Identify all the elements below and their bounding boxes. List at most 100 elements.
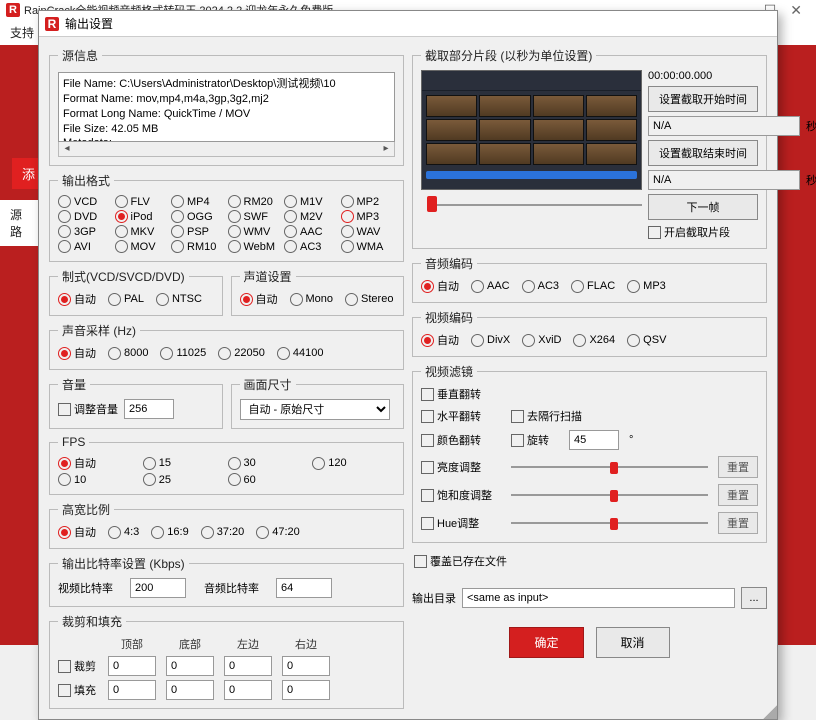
radio-fmt-swf[interactable]: SWF [228,210,283,223]
radio-venc-qsv[interactable]: QSV [627,332,666,348]
source-info-scrollbar[interactable]: ◂ ▸ [58,142,395,157]
radio-fmt-mp4[interactable]: MP4 [171,195,226,208]
overwrite-checkbox[interactable]: 覆盖已存在文件 [414,553,765,569]
volume-value-input[interactable] [124,399,174,419]
start-time-input[interactable] [648,116,800,136]
audio-bitrate-input[interactable] [276,578,332,598]
radio-std-ntsc[interactable]: NTSC [156,291,202,307]
set-end-button[interactable]: 设置截取结束时间 [648,140,758,166]
seek-slider[interactable] [421,194,642,216]
radio-venc-x264[interactable]: X264 [573,332,615,348]
hue-checkbox[interactable]: Hue调整 [421,515,501,531]
hue-slider[interactable] [511,516,708,530]
radio-fmt-wmv[interactable]: WMV [228,225,283,238]
radio-fmt-aac[interactable]: AAC [284,225,339,238]
radio-venc-自动[interactable]: 自动 [421,332,459,348]
radio-fmt-m2v[interactable]: M2V [284,210,339,223]
source-info-text[interactable]: File Name: C:\Users\Administrator\Deskto… [58,72,395,142]
pad-right-input[interactable] [282,680,330,700]
radio-fmt-wma[interactable]: WMA [341,240,396,253]
preview-pane[interactable] [421,70,642,190]
crop-right-input[interactable] [282,656,330,676]
hue-reset-button[interactable]: 重置 [718,512,758,534]
pad-bottom-input[interactable] [166,680,214,700]
radio-fmt-flv[interactable]: FLV [115,195,170,208]
radio-fmt-avi[interactable]: AVI [58,240,113,253]
pad-checkbox[interactable]: 填充 [58,682,98,698]
adjust-volume-checkbox[interactable]: 调整音量 [58,401,118,417]
radio-fps-25[interactable]: 25 [143,473,226,486]
pad-top-input[interactable] [108,680,156,700]
radio-ar-自动[interactable]: 自动 [58,524,96,540]
radio-fmt-3gp[interactable]: 3GP [58,225,113,238]
radio-fps-10[interactable]: 10 [58,473,141,486]
next-frame-button[interactable]: 下一帧 [648,194,758,220]
rotate-value-input[interactable] [569,430,619,450]
scroll-right-icon[interactable]: ▸ [378,142,394,156]
radio-fps-120[interactable]: 120 [312,455,395,471]
radio-fps-自动[interactable]: 自动 [58,455,141,471]
radio-ch-mono[interactable]: Mono [290,291,334,307]
close-icon[interactable]: ✕ [790,2,802,19]
radio-ar-37:20[interactable]: 37:20 [201,524,245,540]
radio-fmt-rm20[interactable]: RM20 [228,195,283,208]
crop-left-input[interactable] [224,656,272,676]
radio-fmt-psp[interactable]: PSP [171,225,226,238]
radio-ar-47:20[interactable]: 47:20 [256,524,300,540]
radio-sr-8000[interactable]: 8000 [108,345,148,361]
rotate-checkbox[interactable]: 旋转 [511,432,559,448]
crop-checkbox[interactable]: 裁剪 [58,658,98,674]
radio-fmt-ipod[interactable]: iPod [115,210,170,223]
radio-aenc-自动[interactable]: 自动 [421,278,459,294]
radio-fmt-dvd[interactable]: DVD [58,210,113,223]
saturation-slider[interactable] [511,488,708,502]
vflip-checkbox[interactable]: 垂直翻转 [421,386,501,402]
radio-aenc-ac3[interactable]: AC3 [522,278,559,294]
radio-std-pal[interactable]: PAL [108,291,144,307]
resize-grip-icon[interactable] [763,705,777,719]
radio-fmt-wav[interactable]: WAV [341,225,396,238]
cflip-checkbox[interactable]: 颜色翻转 [421,432,501,448]
saturation-checkbox[interactable]: 饱和度调整 [421,487,501,503]
brightness-reset-button[interactable]: 重置 [718,456,758,478]
radio-fmt-m1v[interactable]: M1V [284,195,339,208]
radio-ar-16:9[interactable]: 16:9 [151,524,188,540]
radio-fmt-mkv[interactable]: MKV [115,225,170,238]
radio-aenc-aac[interactable]: AAC [471,278,510,294]
deinterlace-checkbox[interactable]: 去隔行扫描 [511,408,601,424]
video-bitrate-input[interactable] [130,578,186,598]
radio-fmt-ogg[interactable]: OGG [171,210,226,223]
end-time-input[interactable] [648,170,800,190]
enable-segment-checkbox[interactable]: 开启截取片段 [648,224,758,240]
radio-sr-22050[interactable]: 22050 [218,345,265,361]
radio-ar-4:3[interactable]: 4:3 [108,524,139,540]
radio-fps-15[interactable]: 15 [143,455,226,471]
brightness-checkbox[interactable]: 亮度调整 [421,459,501,475]
radio-sr-11025[interactable]: 11025 [160,345,206,361]
output-dir-input[interactable] [462,588,735,608]
radio-fmt-mov[interactable]: MOV [115,240,170,253]
crop-bottom-input[interactable] [166,656,214,676]
saturation-reset-button[interactable]: 重置 [718,484,758,506]
hflip-checkbox[interactable]: 水平翻转 [421,408,501,424]
radio-fmt-mp3[interactable]: MP3 [341,210,396,223]
cancel-button[interactable]: 取消 [596,627,670,658]
radio-sr-44100[interactable]: 44100 [277,345,324,361]
radio-fmt-ac3[interactable]: AC3 [284,240,339,253]
radio-fmt-webm[interactable]: WebM [228,240,283,253]
radio-fmt-rm10[interactable]: RM10 [171,240,226,253]
radio-fps-30[interactable]: 30 [228,455,311,471]
brightness-slider[interactable] [511,460,708,474]
radio-venc-divx[interactable]: DivX [471,332,510,348]
crop-top-input[interactable] [108,656,156,676]
radio-fmt-vcd[interactable]: VCD [58,195,113,208]
ok-button[interactable]: 确定 [509,627,583,658]
radio-fps-60[interactable]: 60 [228,473,311,486]
set-start-button[interactable]: 设置截取开始时间 [648,86,758,112]
radio-ch-自动[interactable]: 自动 [240,291,278,307]
radio-sr-自动[interactable]: 自动 [58,345,96,361]
scroll-left-icon[interactable]: ◂ [59,142,75,156]
frame-size-select[interactable]: 自动 - 原始尺寸 [240,399,390,420]
pad-left-input[interactable] [224,680,272,700]
radio-fmt-mp2[interactable]: MP2 [341,195,396,208]
